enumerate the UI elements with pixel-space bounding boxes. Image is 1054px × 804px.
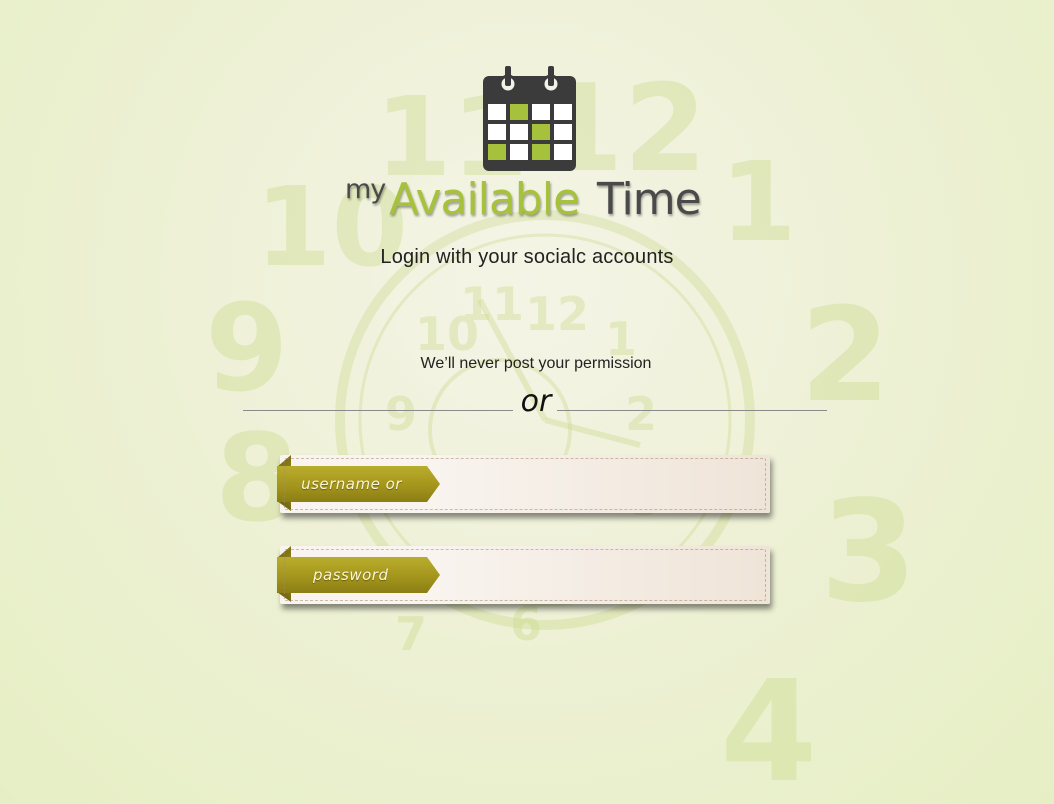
- svg-text:9: 9: [385, 387, 417, 441]
- password-field[interactable]: password: [277, 546, 770, 604]
- password-label: password: [313, 566, 389, 584]
- username-label-ribbon: username or email: [277, 466, 440, 502]
- ribbon-fold: [277, 501, 291, 511]
- svg-text:3: 3: [820, 471, 917, 634]
- svg-text:2: 2: [625, 387, 657, 441]
- username-field[interactable]: username or email: [277, 455, 770, 513]
- brand-prefix: my: [345, 174, 386, 205]
- svg-text:7: 7: [395, 607, 427, 661]
- divider-line-right: [557, 410, 827, 411]
- svg-text:12: 12: [525, 287, 589, 341]
- ribbon-fold: [277, 546, 291, 558]
- svg-text:9: 9: [205, 280, 289, 419]
- social-login-title: Login with your socialc accounts: [380, 246, 674, 268]
- divider-label: or: [520, 384, 552, 419]
- username-input[interactable]: [450, 467, 754, 501]
- svg-text:10: 10: [415, 307, 479, 361]
- brand-highlight: Available: [389, 174, 580, 225]
- social-login-note: We’ll never post your permission: [420, 355, 652, 372]
- svg-text:11: 11: [460, 277, 524, 331]
- divider-line-left: [243, 410, 513, 411]
- calendar-logo-icon: [483, 66, 576, 171]
- svg-text:4: 4: [720, 651, 817, 804]
- ribbon-fold: [277, 455, 291, 467]
- password-input[interactable]: [450, 558, 754, 592]
- brand-suffix: Time: [597, 174, 702, 225]
- username-label: username or email: [301, 475, 402, 529]
- svg-text:6: 6: [510, 597, 542, 651]
- ribbon-fold: [277, 592, 291, 602]
- brand-wordmark: my Available Time: [345, 168, 715, 232]
- password-label-ribbon: password: [277, 557, 440, 593]
